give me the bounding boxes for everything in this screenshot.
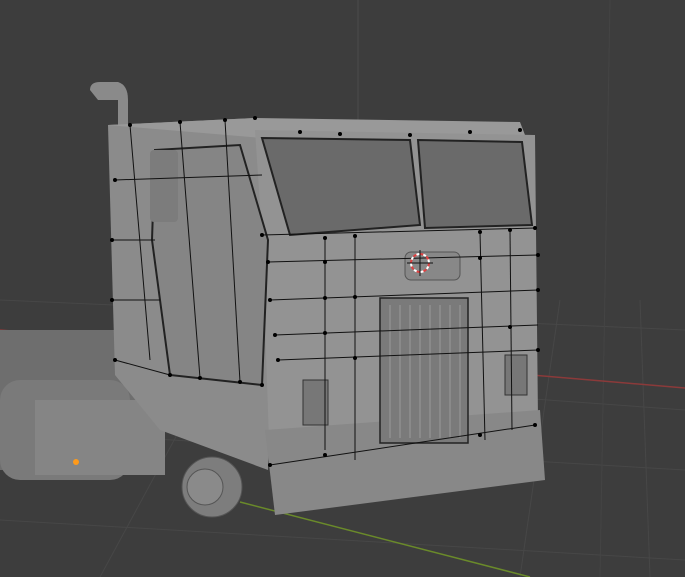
grille [379,297,469,444]
headlight-right [504,354,528,396]
exhaust-pipe [90,82,128,125]
windshield-right [416,138,534,230]
windshield-left [260,136,422,237]
object-origin [73,459,79,465]
viewport-canvas[interactable] [0,0,685,577]
side-mirror [150,150,178,222]
grid-vertical-line [599,0,611,577]
3d-viewport[interactable] [0,0,685,577]
headlight-left [302,379,329,426]
